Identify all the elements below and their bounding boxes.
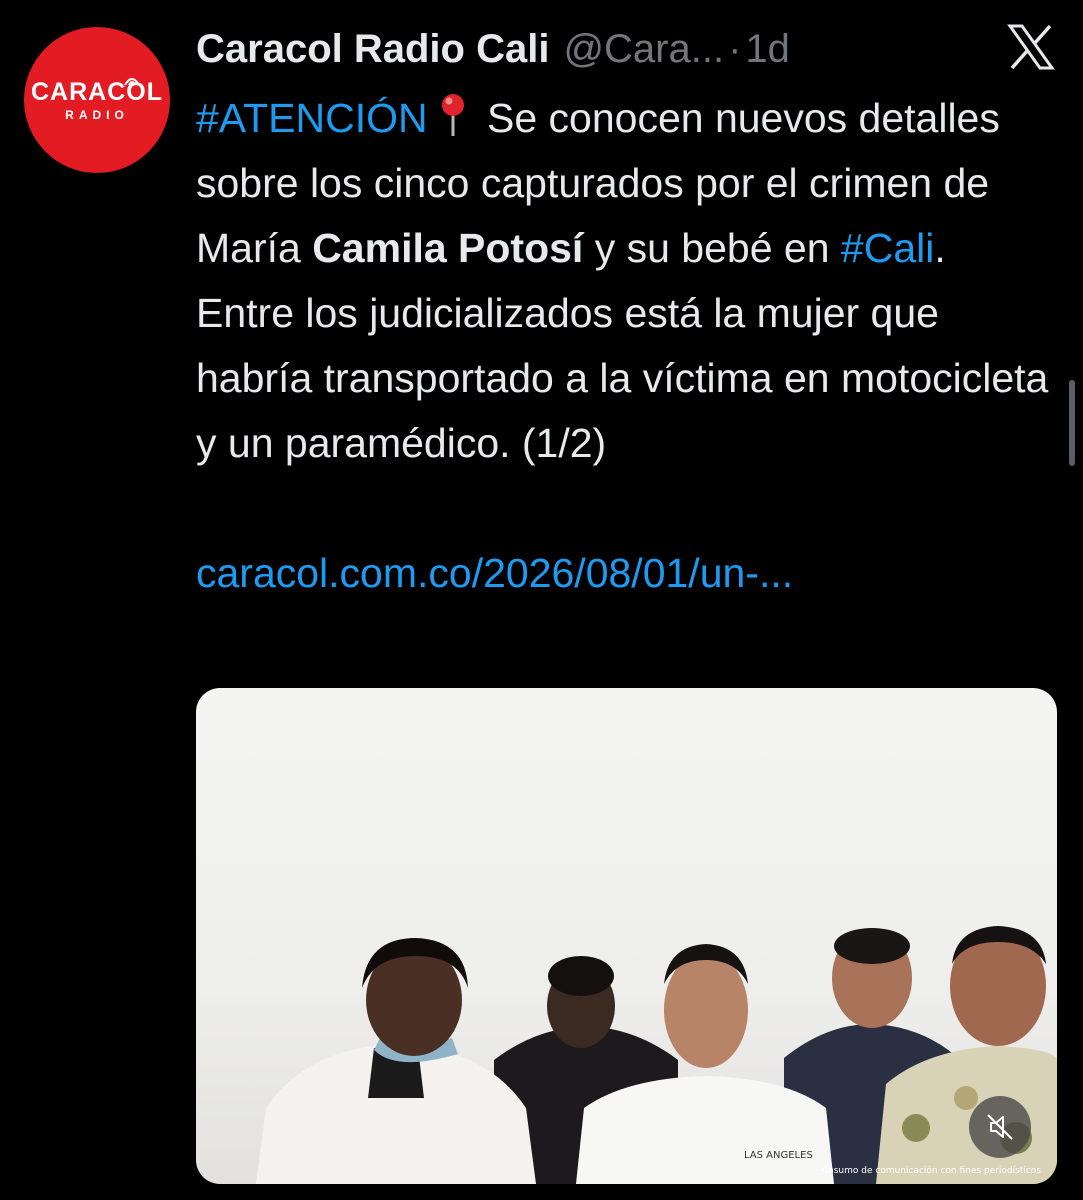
tweet-text: #ATENCIÓN Se conocen nuevos detalles sob… [196, 86, 1066, 606]
tweet-header: Caracol Radio Cali @Cara... · 1d [196, 24, 790, 74]
timestamp[interactable]: 1d [745, 24, 790, 74]
tweet-text-part-3: . [934, 225, 946, 271]
hashtag-cali[interactable]: #Cali [841, 225, 934, 271]
mute-button[interactable] [969, 1096, 1031, 1158]
article-link[interactable]: caracol.com.co/2026/08/01/un-... [196, 550, 793, 596]
tweet-video[interactable]: LAS ANGELES •Insumo de comunicación con … [196, 688, 1057, 1184]
user-handle[interactable]: @Cara... [563, 24, 724, 74]
tweet-paragraph-1: #ATENCIÓN Se conocen nuevos detalles sob… [196, 86, 1066, 281]
round-pushpin-icon [441, 94, 464, 136]
speaker-muted-icon [987, 1114, 1013, 1140]
video-frame-image: LAS ANGELES [256, 926, 1057, 1184]
hashtag-atencion[interactable]: #ATENCIÓN [196, 95, 428, 141]
display-name[interactable]: Caracol Radio Cali [196, 24, 549, 74]
shirt-print-text: LAS ANGELES [744, 1150, 813, 1161]
radio-waves-icon [124, 78, 140, 86]
scrollbar[interactable] [1069, 380, 1075, 466]
avatar-logo-text: CARACOL [31, 77, 163, 106]
tweet-paragraph-2: Entre los judicializados está la mujer q… [196, 290, 1049, 466]
separator-dot: · [728, 27, 742, 71]
x-logo-icon[interactable] [1006, 24, 1056, 70]
tweet-bold-name: Camila Potosí [312, 225, 584, 271]
avatar-logo-subtext: RADIO [65, 107, 129, 122]
profile-avatar[interactable]: CARACOL RADIO [24, 27, 170, 173]
tweet-text-part-2: y su bebé en [583, 225, 841, 271]
video-watermark: •Insumo de comunicación con fines period… [820, 1166, 1041, 1176]
